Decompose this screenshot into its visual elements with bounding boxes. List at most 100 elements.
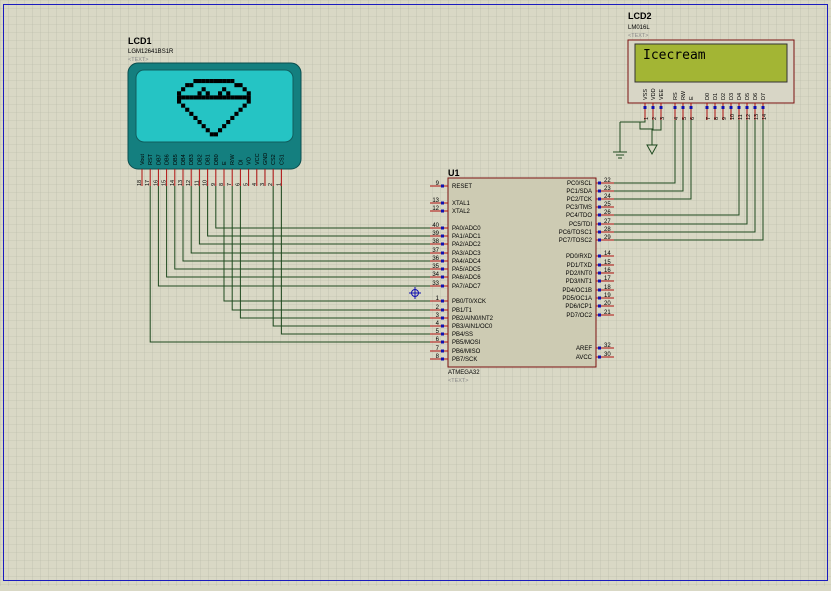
u1-pin-dot — [598, 279, 601, 283]
glcd-pixel — [201, 79, 206, 84]
lcd2-pin-dot — [713, 106, 717, 109]
glcd-pixel — [226, 95, 231, 100]
schematic-svg[interactable]: LCD1 LGM12641BS1R <TEXT> Vout18RST17DB71… — [0, 0, 831, 586]
lcd2-text-placeholder: <TEXT> — [628, 33, 648, 39]
lcd2-pin-number: 3 — [660, 117, 666, 120]
u1-pin-number: 40 — [432, 223, 439, 229]
glcd-pixel — [205, 128, 210, 133]
glcd-pixel — [177, 99, 182, 104]
lcd2-pin-dot — [737, 106, 741, 109]
lcd2-pin-dot — [705, 106, 709, 109]
u1-pin-number: 13 — [432, 198, 439, 204]
u1-pin-number: 37 — [432, 248, 439, 254]
glcd-pixel — [234, 95, 239, 100]
u1-pin-number: 19 — [604, 293, 611, 299]
lcd1-pin-number: 4 — [252, 183, 258, 186]
glcd-pixel — [181, 95, 186, 100]
u1-pin-number: 21 — [604, 310, 611, 316]
u1-pin-number: 12 — [432, 206, 439, 212]
u1-part: ATMEGA32 — [448, 370, 480, 376]
glcd-pixel — [230, 115, 235, 120]
glcd-pixel — [185, 83, 190, 88]
u1-pin-dot — [441, 316, 444, 320]
schematic-canvas[interactable]: LCD1 LGM12641BS1R <TEXT> Vout 18 RST 17 DB7 1… — [0, 0, 831, 586]
u1-pin-number: 33 — [432, 281, 439, 287]
u1-pin-dot — [441, 357, 444, 361]
u1-pin-label: PB4/SS — [452, 332, 473, 338]
u1-pin-label: PA6/ADC6 — [452, 275, 481, 281]
glcd-pixel — [193, 79, 198, 84]
u1-pin-label: PC2/TCK — [567, 197, 592, 203]
lcd2-display-text: Icecream — [643, 48, 706, 63]
u1-pin-label: PA3/ADC3 — [452, 251, 481, 257]
lcd1-pin-name: DB2 — [197, 154, 203, 165]
u1-ref: U1 — [448, 168, 460, 178]
u1-pin-number: 36 — [432, 256, 439, 262]
u1-pin-dot — [441, 308, 444, 312]
lcd1-pin-name: Vout — [140, 154, 146, 165]
glcd-pixel — [226, 79, 231, 84]
u1-pin-label: PA0/ADC0 — [452, 226, 481, 232]
lcd2-pin-number: 10 — [730, 114, 736, 120]
lcd1-part: LGM12641BS1R — [128, 49, 174, 55]
lcd2-pin-dot — [659, 106, 663, 109]
lcd2-pin-name: RW — [681, 90, 687, 100]
glcd-pixel — [185, 107, 190, 112]
lcd2-pin-name: D4 — [737, 93, 743, 100]
lcd1-pin-number: 15 — [162, 180, 168, 186]
lcd2-pin-number: 14 — [762, 114, 768, 120]
u1-pin-label: PC4/TDO — [566, 213, 592, 219]
u1-pin-label: PC0/SCL — [567, 181, 593, 187]
u1-pin-label: PC1/SDA — [566, 189, 592, 195]
u1-pin-label: PA5/ADC5 — [452, 267, 481, 273]
lcd2-pin-name: RS — [673, 92, 679, 100]
lcd2-pin-number: 5 — [682, 117, 688, 120]
glcd-pixel — [209, 132, 214, 137]
glcd-pixel — [242, 95, 247, 100]
u1-pin-label: PB3/AIN1/OC0 — [452, 324, 493, 330]
u1-pin-number: 14 — [604, 251, 611, 257]
u1-pin-label: PC3/TMS — [566, 205, 592, 211]
lcd2-pin-dot — [651, 106, 655, 109]
u1-pin-dot — [598, 313, 601, 317]
glcd-pixel — [197, 120, 202, 125]
u1-pin-dot — [598, 205, 601, 209]
u1-pin-dot — [598, 189, 601, 193]
lcd2-pin-dot — [745, 106, 749, 109]
u1-pin-number: 26 — [604, 210, 611, 216]
u1-component[interactable]: U1 ATMEGA32 <TEXT> 9 RESET13 XTAL112 XTAL24… — [430, 168, 614, 384]
u1-pin-number: 27 — [604, 219, 611, 225]
u1-pin-dot — [441, 251, 444, 255]
u1-pin-label: XTAL1 — [452, 201, 471, 207]
u1-pin-number: 28 — [604, 227, 611, 233]
lcd1-pin-number: 10 — [203, 180, 209, 186]
u1-pin-label: PD3/INT1 — [566, 279, 593, 285]
glcd-pixel — [189, 83, 194, 88]
u1-pin-number: 38 — [432, 239, 439, 245]
glcd-pixel — [205, 79, 210, 84]
u1-pin-dot — [441, 284, 444, 288]
lcd2-pin-name: D5 — [745, 93, 751, 100]
u1-pin-label: PA4/ADC4 — [452, 259, 481, 265]
u1-pin-number: 16 — [604, 268, 611, 274]
glcd-pixel — [197, 79, 202, 84]
glcd-pixel — [222, 124, 227, 129]
lcd1-pin-number: 2 — [268, 183, 274, 186]
glcd-pixel — [201, 124, 206, 129]
u1-pin-label: PD2/INT0 — [566, 271, 593, 277]
lcd1-pin-name: R/W — [230, 154, 236, 166]
lcd2-pin-dot — [761, 106, 765, 109]
u1-pin-label: PD5/OC1A — [562, 296, 592, 302]
glcd-pixel — [213, 95, 218, 100]
glcd-pixel — [189, 111, 194, 116]
u1-pin-label: PD7/OC2 — [566, 313, 592, 319]
u1-pin-number: 39 — [432, 231, 439, 237]
lcd1-ref: LCD1 — [128, 36, 152, 46]
glcd-pixel — [218, 91, 223, 96]
glcd-pixel — [222, 79, 227, 84]
u1-pin-dot — [598, 355, 601, 359]
u1-pin-dot — [441, 349, 444, 353]
glcd-pixel — [205, 91, 210, 96]
u1-pin-dot — [598, 181, 601, 185]
glcd-pixel — [226, 120, 231, 125]
